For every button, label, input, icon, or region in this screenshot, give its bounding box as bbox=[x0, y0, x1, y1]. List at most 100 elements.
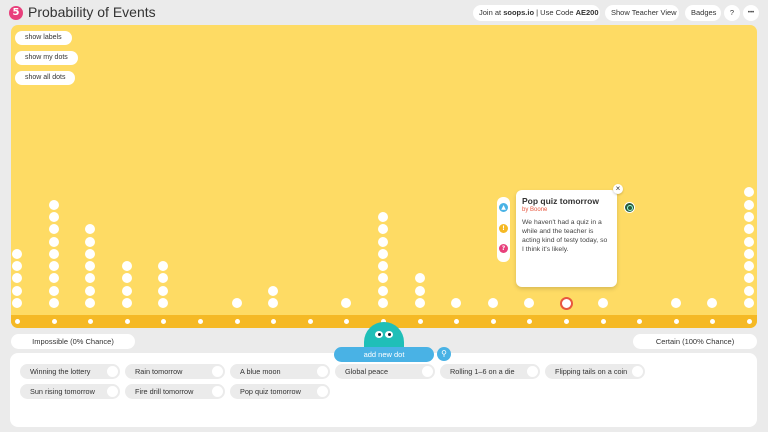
scale-tick bbox=[344, 319, 350, 324]
probability-dot[interactable] bbox=[48, 199, 59, 210]
probability-dot[interactable] bbox=[48, 211, 59, 222]
probability-dot[interactable] bbox=[524, 298, 535, 308]
event-chip-toggle[interactable] bbox=[107, 366, 118, 377]
card-title: Pop quiz tomorrow bbox=[522, 196, 599, 206]
probability-dot[interactable] bbox=[85, 298, 96, 308]
probability-dot[interactable] bbox=[231, 298, 242, 308]
probability-dot[interactable] bbox=[378, 261, 388, 272]
disagree-icon[interactable]: ? bbox=[499, 244, 508, 253]
probability-dot[interactable] bbox=[121, 298, 132, 308]
probability-dot[interactable] bbox=[12, 298, 22, 308]
probability-dot[interactable] bbox=[158, 298, 169, 308]
probability-dot[interactable] bbox=[85, 261, 96, 272]
probability-dot[interactable] bbox=[12, 248, 22, 259]
probability-dot[interactable] bbox=[487, 298, 498, 308]
probability-dot[interactable] bbox=[744, 224, 754, 235]
probability-dot[interactable] bbox=[744, 298, 754, 308]
probability-dot[interactable] bbox=[121, 285, 132, 296]
probability-dot[interactable] bbox=[48, 248, 59, 259]
probability-dot[interactable] bbox=[378, 273, 388, 284]
my-dot-marker-icon[interactable] bbox=[624, 202, 635, 213]
event-chip-toggle[interactable] bbox=[212, 366, 223, 377]
probability-dot[interactable] bbox=[158, 261, 169, 272]
probability-dot[interactable] bbox=[12, 261, 22, 272]
event-chip[interactable]: Rain tomorrow bbox=[125, 364, 225, 379]
question-icon[interactable]: ! bbox=[499, 224, 508, 233]
probability-dot[interactable] bbox=[744, 273, 754, 284]
probability-dot[interactable] bbox=[744, 236, 754, 247]
event-chip-toggle[interactable] bbox=[317, 386, 328, 397]
show-labels-button[interactable]: show labels bbox=[15, 31, 72, 45]
probability-dot[interactable] bbox=[341, 298, 352, 308]
probability-dot[interactable] bbox=[85, 273, 96, 284]
probability-dot[interactable] bbox=[48, 285, 59, 296]
event-chip[interactable]: Global peace bbox=[335, 364, 435, 379]
event-chip[interactable]: Pop quiz tomorrow bbox=[230, 384, 330, 399]
page-title: Probability of Events bbox=[28, 4, 156, 20]
probability-dot[interactable] bbox=[12, 273, 22, 284]
show-my-dots-button[interactable]: show my dots bbox=[15, 51, 78, 65]
event-chip[interactable]: Winning the lottery bbox=[20, 364, 120, 379]
probability-dot[interactable] bbox=[744, 285, 754, 296]
event-chip-toggle[interactable] bbox=[317, 366, 328, 377]
probability-dot[interactable] bbox=[268, 298, 279, 308]
probability-dot[interactable] bbox=[744, 187, 754, 198]
probability-dot[interactable] bbox=[378, 248, 388, 259]
help-button[interactable]: ? bbox=[724, 5, 740, 21]
event-chip[interactable]: Sun rising tomorrow bbox=[20, 384, 120, 399]
event-chip-toggle[interactable] bbox=[632, 366, 643, 377]
probability-dot[interactable] bbox=[414, 285, 425, 296]
probability-dot[interactable] bbox=[707, 298, 718, 308]
probability-dot[interactable] bbox=[414, 273, 425, 284]
probability-dot[interactable] bbox=[121, 273, 132, 284]
probability-dot[interactable] bbox=[744, 199, 754, 210]
dot-detail-card: × Pop quiz tomorrow by Boone We haven't … bbox=[516, 184, 623, 287]
selected-dot[interactable] bbox=[560, 297, 573, 310]
probability-dot[interactable] bbox=[48, 273, 59, 284]
probability-dot[interactable] bbox=[85, 248, 96, 259]
probability-dot[interactable] bbox=[85, 224, 96, 235]
probability-dot[interactable] bbox=[378, 236, 388, 247]
search-icon[interactable]: ⚲ bbox=[437, 347, 451, 361]
probability-dot[interactable] bbox=[121, 261, 132, 272]
event-chip-toggle[interactable] bbox=[422, 366, 433, 377]
event-chip[interactable]: Fire drill tomorrow bbox=[125, 384, 225, 399]
probability-dot[interactable] bbox=[268, 285, 279, 296]
event-chip-toggle[interactable] bbox=[527, 366, 538, 377]
show-teacher-view-button[interactable]: Show Teacher View bbox=[605, 5, 679, 21]
scale-tick bbox=[637, 319, 643, 324]
thumbs-up-icon[interactable]: ▲ bbox=[499, 203, 508, 212]
add-new-dot-button[interactable]: add new dot bbox=[334, 347, 434, 362]
probability-dot[interactable] bbox=[85, 236, 96, 247]
probability-dot[interactable] bbox=[48, 298, 59, 308]
probability-dot[interactable] bbox=[48, 261, 59, 272]
probability-dot[interactable] bbox=[48, 236, 59, 247]
probability-dot[interactable] bbox=[12, 285, 22, 296]
probability-dot[interactable] bbox=[744, 261, 754, 272]
probability-dot[interactable] bbox=[744, 248, 754, 259]
event-chip[interactable]: Flipping tails on a coin bbox=[545, 364, 645, 379]
probability-dot[interactable] bbox=[378, 285, 388, 296]
probability-dot[interactable] bbox=[597, 298, 608, 308]
event-chip[interactable]: Rolling 1–6 on a die bbox=[440, 364, 540, 379]
probability-dot[interactable] bbox=[378, 224, 388, 235]
probability-dot[interactable] bbox=[744, 211, 754, 222]
badges-button[interactable]: Badges bbox=[685, 5, 721, 21]
probability-dot[interactable] bbox=[378, 211, 388, 222]
more-menu-button[interactable]: ••• bbox=[743, 5, 759, 21]
event-chip-toggle[interactable] bbox=[107, 386, 118, 397]
probability-dot[interactable] bbox=[158, 273, 169, 284]
probability-dot[interactable] bbox=[48, 224, 59, 235]
probability-dot[interactable] bbox=[451, 298, 462, 308]
event-chip-toggle[interactable] bbox=[212, 386, 223, 397]
join-code-button[interactable]: Join at soops.io | Use Code AE200 bbox=[473, 5, 600, 21]
probability-board[interactable]: show labels show my dots show all dots ▲… bbox=[11, 25, 757, 328]
probability-dot[interactable] bbox=[670, 298, 681, 308]
probability-dot[interactable] bbox=[414, 298, 425, 308]
event-chip[interactable]: A blue moon bbox=[230, 364, 330, 379]
probability-dot[interactable] bbox=[158, 285, 169, 296]
probability-dot[interactable] bbox=[85, 285, 96, 296]
probability-dot[interactable] bbox=[378, 298, 388, 308]
show-all-dots-button[interactable]: show all dots bbox=[15, 71, 76, 85]
close-icon[interactable]: × bbox=[613, 184, 623, 194]
